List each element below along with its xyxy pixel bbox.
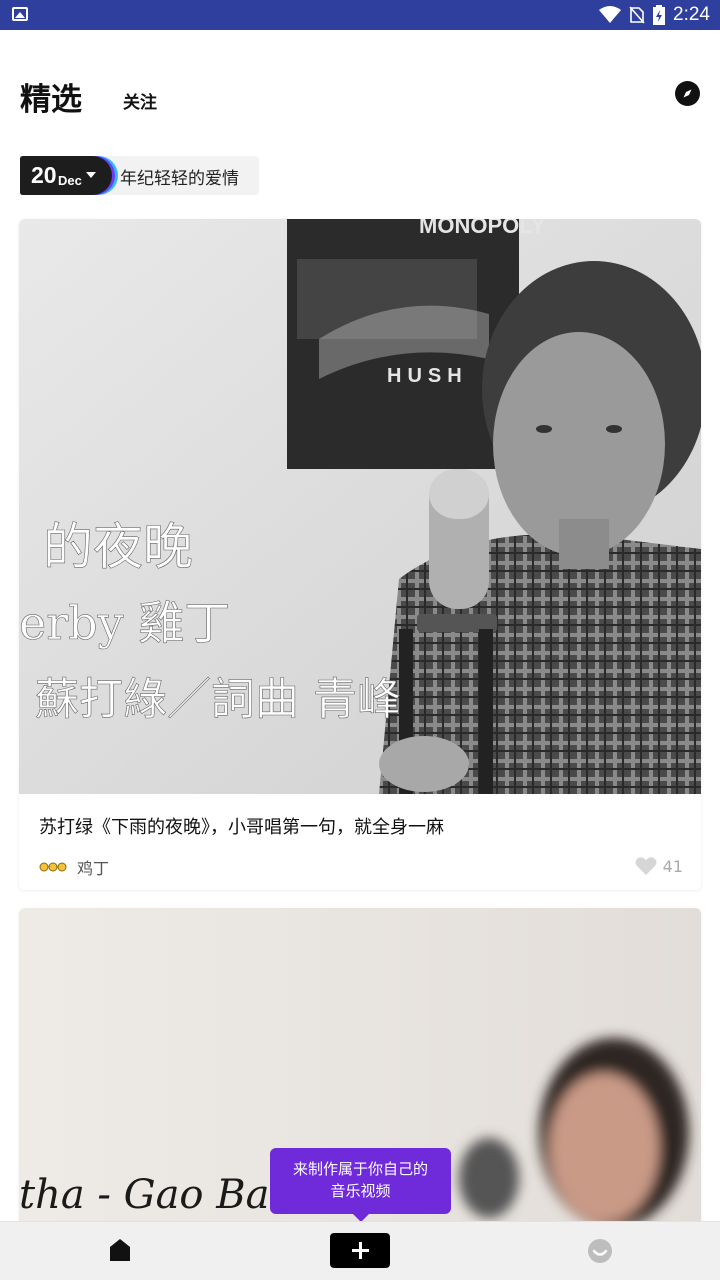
video-title[interactable]: 苏打绿《下雨的夜晚》，小哥唱第一句，就全身一麻 [39, 813, 444, 839]
tab-follow[interactable]: 关注 [123, 88, 157, 113]
like-count: 41 [662, 856, 683, 876]
chevron-down-icon [86, 172, 96, 178]
battery-charging-icon [653, 5, 666, 25]
video-card[interactable]: MONOPOLY HUSH 的夜晚 erby 雞丁 蘇打綠／詞曲 青峰 苏打绿《… [19, 219, 701, 890]
status-time: 2:24 [673, 4, 710, 25]
bottom-nav [0, 1221, 720, 1280]
author-name: 鸡丁 [77, 859, 110, 878]
poster-text: MONOPOLY [419, 219, 546, 238]
date-day: 20 [31, 162, 57, 188]
topic-label: 年纪轻轻的爱情 [120, 169, 239, 189]
compass-icon [683, 89, 692, 98]
home-icon[interactable] [109, 1238, 131, 1262]
video-thumbnail[interactable]: MONOPOLY HUSH 的夜晚 erby 雞丁 蘇打綠／詞曲 青峰 [19, 219, 701, 794]
page-title[interactable]: 精选 [20, 74, 82, 119]
plus-icon[interactable] [330, 1233, 390, 1268]
poster-text: HUSH [387, 365, 468, 387]
no-sim-icon [629, 6, 645, 24]
lyric-line: 蘇打綠／詞曲 青峰 [35, 674, 401, 725]
status-icons: 2:24 [599, 0, 710, 30]
lyric-line: erby 雞丁 [19, 596, 230, 650]
tooltip-line: 来制作属于你自己的 [292, 1160, 428, 1178]
heart-icon [635, 857, 657, 875]
wifi-icon [599, 6, 622, 23]
date-month: Dec [58, 173, 82, 188]
tooltip-line: 音乐视频 [330, 1182, 391, 1200]
like-button[interactable]: 41 [635, 856, 683, 876]
daily-topic-chip[interactable]: 20 Dec 年纪轻轻的爱情 [20, 156, 259, 195]
lyric-line: tha - Gao Ba [19, 1172, 269, 1218]
crown-badge-icon [39, 862, 67, 872]
author[interactable]: 鸡丁 [39, 856, 109, 878]
create-tooltip[interactable]: 来制作属于你自己的 音乐视频 [270, 1148, 451, 1222]
explore-button[interactable] [675, 81, 700, 106]
date-badge[interactable]: 20 Dec [20, 156, 112, 195]
status-bar: 2:24 [0, 0, 720, 30]
smiley-icon[interactable] [588, 1239, 612, 1263]
lyric-line: 的夜晚 [43, 518, 193, 576]
image-icon [12, 7, 28, 21]
